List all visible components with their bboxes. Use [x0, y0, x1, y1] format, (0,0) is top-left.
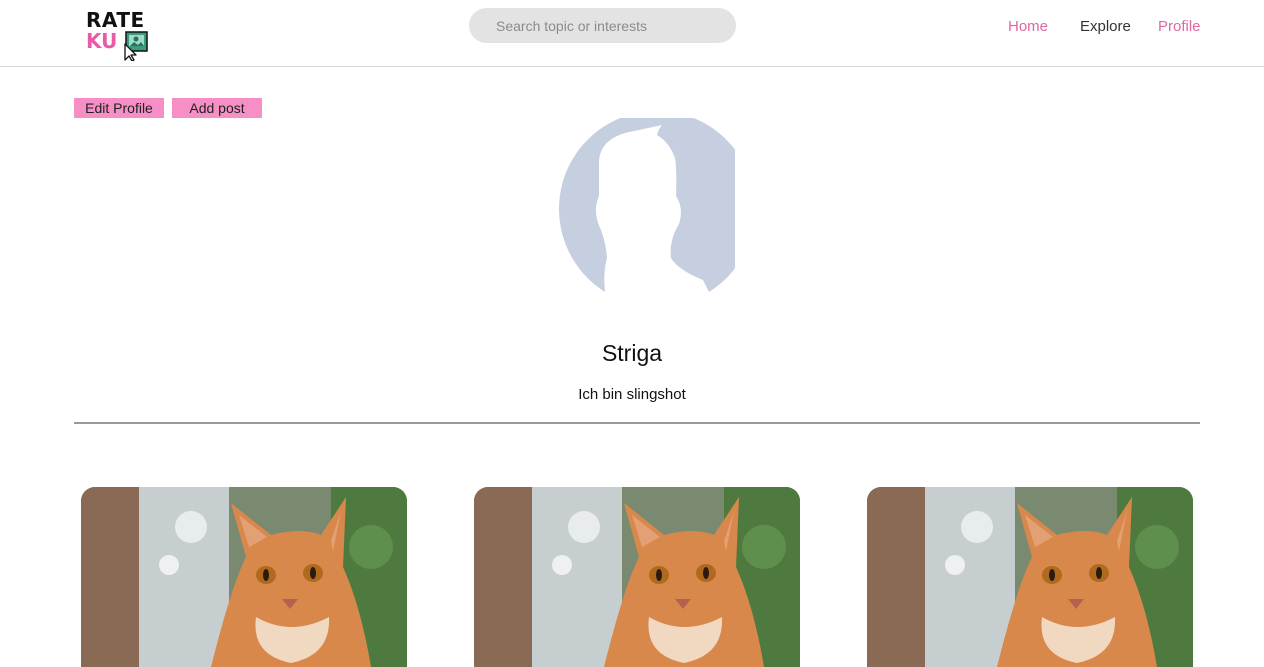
- edit-profile-button[interactable]: Edit Profile: [74, 98, 164, 118]
- cat-photo: [867, 487, 1193, 667]
- post-card[interactable]: [867, 487, 1193, 667]
- rateku-logo[interactable]: RATE KU: [86, 10, 152, 62]
- top-navbar: RATE KU Home Explore Profile: [0, 0, 1264, 67]
- cat-photo: [474, 487, 800, 667]
- nav-explore-link[interactable]: Explore: [1080, 18, 1131, 36]
- nav-profile-link[interactable]: Profile: [1158, 18, 1201, 36]
- section-divider: [74, 422, 1200, 424]
- search-input[interactable]: [469, 8, 736, 43]
- logo-text-ku: KU: [86, 29, 118, 53]
- logo-photo-cursor-icon: [124, 31, 148, 61]
- nav-home-link[interactable]: Home: [1008, 18, 1048, 36]
- profile-bio: Ich bin slingshot: [578, 386, 686, 403]
- post-card[interactable]: [474, 487, 800, 667]
- add-post-button[interactable]: Add post: [172, 98, 262, 118]
- logo-text-rate: RATE: [86, 8, 145, 32]
- default-user-silhouette-icon: [559, 118, 735, 292]
- profile-username: Striga: [601, 340, 663, 366]
- cat-photo: [81, 487, 407, 667]
- post-card[interactable]: [81, 487, 407, 667]
